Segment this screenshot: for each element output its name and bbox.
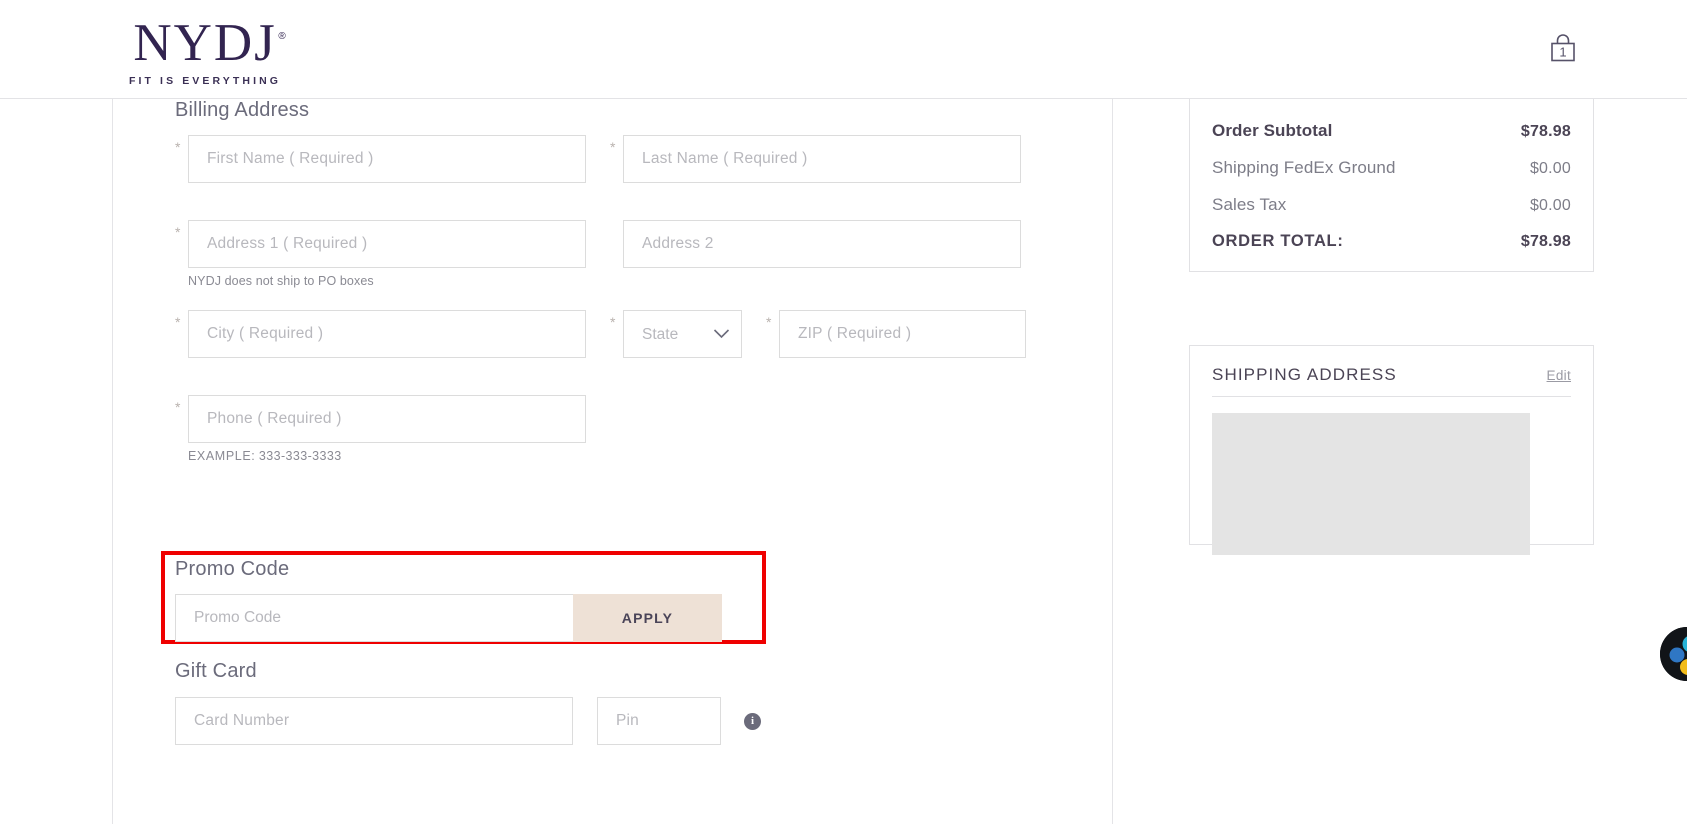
logo-wordmark: NYDJ ®: [133, 14, 285, 72]
checkout-page: NYDJ ® FIT IS EVERYTHING 1 Billing Addre…: [0, 0, 1687, 824]
info-icon[interactable]: i: [744, 712, 761, 730]
logo-wordmark-text: NYDJ: [133, 14, 277, 72]
left-column-divider: [112, 99, 113, 824]
shipping-address-card: SHIPPING ADDRESS Edit: [1189, 345, 1594, 555]
required-asterisk: *: [766, 314, 772, 330]
required-asterisk: *: [175, 399, 181, 415]
required-asterisk: *: [175, 224, 181, 240]
required-asterisk: *: [175, 314, 181, 330]
shipping-address-title: SHIPPING ADDRESS: [1212, 365, 1397, 384]
summary-label: ORDER TOTAL:: [1212, 232, 1344, 250]
gift-card-section: Gift Card i: [175, 660, 815, 745]
summary-row-total: ORDER TOTAL: $78.98: [1212, 232, 1571, 251]
summary-value: $78.98: [1520, 233, 1571, 250]
summary-value: $78.98: [1520, 123, 1571, 140]
po-box-note: NYDJ does not ship to PO boxes: [188, 274, 374, 288]
gift-card-title: Gift Card: [175, 660, 257, 682]
logo-tagline: FIT IS EVERYTHING: [129, 75, 282, 87]
last-name-field: *: [610, 135, 1021, 183]
promo-code-row: APPLY: [175, 594, 755, 642]
promo-code-section: Promo Code APPLY: [175, 558, 755, 642]
shipping-address-header: SHIPPING ADDRESS Edit: [1212, 365, 1571, 397]
support-widget-icon[interactable]: [1660, 627, 1687, 681]
gift-card-number-input[interactable]: [175, 697, 573, 745]
required-asterisk: *: [610, 139, 616, 155]
city-input[interactable]: [188, 310, 586, 358]
city-field: *: [175, 310, 586, 358]
shopping-bag-icon[interactable]: 1: [1545, 33, 1581, 67]
address1-input[interactable]: [188, 220, 586, 268]
support-widget-icon-svg: [1660, 627, 1687, 681]
required-asterisk: *: [175, 139, 181, 155]
site-header: NYDJ ® FIT IS EVERYTHING 1: [0, 0, 1687, 99]
state-field: * State: [610, 310, 742, 358]
summary-row-subtotal: Order Subtotal $78.98: [1212, 121, 1571, 141]
billing-form: Billing Address * * * * NYDJ does not sh: [175, 99, 1055, 463]
zip-field: *: [766, 310, 1026, 358]
summary-value: $0.00: [1529, 160, 1571, 177]
summary-label: Order Subtotal: [1212, 121, 1333, 140]
cart-count: 1: [1559, 45, 1566, 60]
summary-label: Shipping FedEx Ground: [1212, 158, 1396, 177]
city-state-zip-row: * * State *: [175, 310, 1055, 358]
first-name-field: *: [175, 135, 586, 183]
shipping-address-placeholder: [1212, 413, 1530, 555]
gift-card-row: i: [175, 697, 815, 745]
phone-example-value: 333-333-3333: [258, 449, 342, 463]
last-name-input[interactable]: [623, 135, 1021, 183]
phone-input[interactable]: [188, 395, 586, 443]
address2-field: *: [610, 220, 1021, 268]
required-asterisk: *: [610, 314, 616, 330]
phone-example-hint: EXAMPLE: 333-333-3333: [188, 449, 1055, 463]
promo-code-input[interactable]: [175, 594, 573, 642]
order-summary-card: Order Subtotal $78.98 Shipping FedEx Gro…: [1189, 99, 1594, 272]
summary-row-shipping: Shipping FedEx Ground $0.00: [1212, 158, 1571, 178]
shopping-bag-icon-svg: 1: [1551, 34, 1575, 62]
summary-label: Sales Tax: [1212, 195, 1287, 214]
address2-input[interactable]: [623, 220, 1021, 268]
first-name-input[interactable]: [188, 135, 586, 183]
phone-example-label: EXAMPLE:: [188, 449, 256, 463]
phone-field: *: [175, 395, 586, 443]
name-row: * *: [175, 135, 1055, 183]
promo-code-title: Promo Code: [175, 558, 290, 580]
state-select-wrap: State: [623, 310, 742, 358]
state-select[interactable]: State: [623, 310, 742, 358]
column-divider: [1112, 99, 1113, 824]
address1-field: *: [175, 220, 586, 268]
apply-promo-button[interactable]: APPLY: [573, 594, 722, 642]
summary-row-tax: Sales Tax $0.00: [1212, 195, 1571, 215]
gift-card-pin-input[interactable]: [597, 697, 721, 745]
zip-input[interactable]: [779, 310, 1026, 358]
logo-registered-mark: ®: [278, 31, 288, 42]
phone-row: *: [175, 395, 1055, 443]
address-row: * *: [175, 220, 1055, 268]
edit-shipping-address-link[interactable]: Edit: [1547, 368, 1571, 383]
summary-value: $0.00: [1529, 197, 1571, 214]
billing-address-title: Billing Address: [175, 99, 310, 121]
nydj-logo[interactable]: NYDJ ® FIT IS EVERYTHING: [129, 14, 286, 87]
